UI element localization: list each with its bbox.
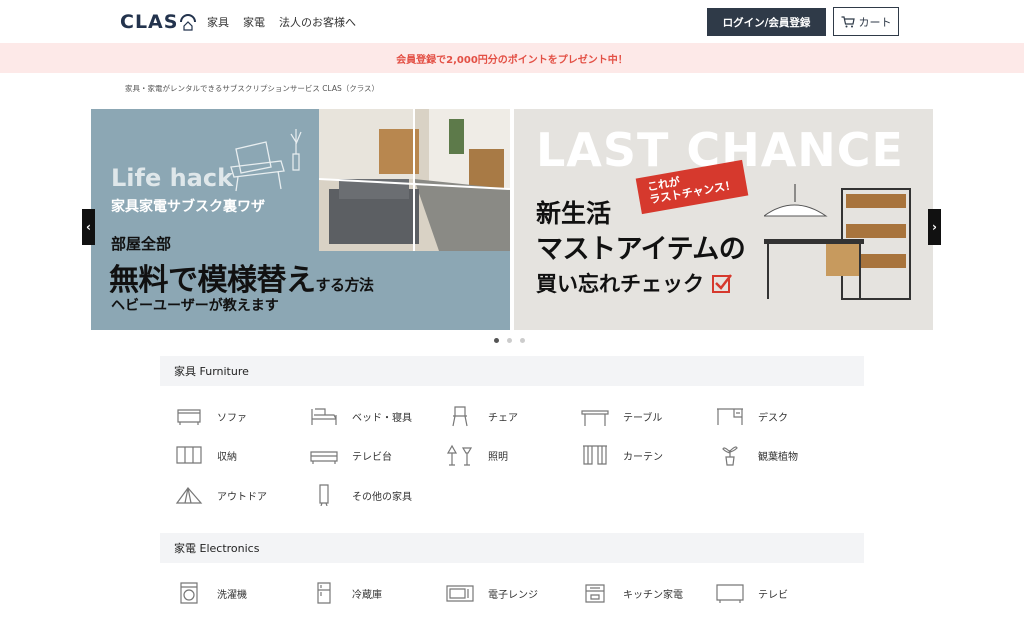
- category-chair[interactable]: チェア: [446, 405, 518, 427]
- carousel-prev-button[interactable]: ‹: [82, 209, 95, 245]
- bed-icon: [311, 408, 337, 425]
- carousel-dot[interactable]: [507, 338, 512, 343]
- slide-lifehack[interactable]: Life hack 家具家電サブスク裏ワザ 部屋全部 無料で模様替えする方法 ヘ…: [91, 109, 510, 330]
- nav-furniture[interactable]: 家具: [207, 14, 229, 30]
- carousel-next-button[interactable]: ›: [928, 209, 941, 245]
- category-bed[interactable]: ベッド・寝具: [310, 405, 412, 427]
- category-microwave[interactable]: 電子レンジ: [446, 582, 538, 604]
- lifehack-room: 部屋全部: [111, 235, 172, 253]
- tent-icon: [175, 487, 203, 504]
- logo-text: CLAS: [120, 11, 179, 33]
- lamp-desk-illustration: [764, 184, 911, 300]
- chair-illustration: [230, 141, 285, 192]
- curtain-icon: [583, 445, 607, 465]
- carousel-dot[interactable]: [494, 338, 499, 343]
- logo-house-icon: [180, 14, 197, 31]
- category-outdoor[interactable]: アウトドア: [175, 484, 267, 506]
- chair-icon: [452, 406, 468, 427]
- chevron-left-icon: ‹: [86, 220, 91, 234]
- login-button[interactable]: ログイン/会員登録: [707, 8, 826, 36]
- furniture-heading: 家具 Furniture: [160, 356, 864, 386]
- category-washing-machine[interactable]: 洗濯機: [175, 582, 247, 604]
- vase-illustration: [290, 129, 302, 171]
- lifehack-subtitle: 家具家電サブスク裏ワザ: [111, 199, 265, 215]
- main-nav: 家具 家電 法人のお客様へ: [207, 14, 356, 30]
- carousel-dots: [494, 338, 525, 343]
- category-curtain[interactable]: カーテン: [581, 444, 663, 466]
- category-lighting[interactable]: 照明: [446, 444, 508, 466]
- category-table[interactable]: テーブル: [581, 405, 662, 427]
- carousel-dot[interactable]: [520, 338, 525, 343]
- hero-carousel: Life hack 家具家電サブスク裏ワザ 部屋全部 無料で模様替えする方法 ヘ…: [91, 109, 933, 330]
- logo[interactable]: CLAS: [120, 9, 197, 35]
- category-storage[interactable]: 収納: [175, 444, 237, 466]
- nav-business[interactable]: 法人のお客様へ: [279, 14, 356, 30]
- desk-icon: [717, 408, 743, 425]
- slide-last-chance[interactable]: LAST CHANCE これが ラストチャンス！ 新生活 マストアイテムの 買い…: [514, 109, 933, 330]
- storage-icon: [176, 446, 202, 464]
- category-desk[interactable]: デスク: [716, 405, 788, 427]
- category-tv[interactable]: テレビ: [716, 582, 788, 604]
- lighting-icon: [446, 444, 473, 466]
- table-icon: [581, 410, 609, 426]
- cart-button[interactable]: カート: [833, 7, 899, 36]
- room-photo: [318, 109, 510, 251]
- lifehack-footer: ヘビーユーザーが教えます: [111, 298, 279, 314]
- room-photo-illustration: [318, 109, 510, 251]
- category-refrigerator[interactable]: 冷蔵庫: [310, 582, 382, 604]
- category-kitchen-appliance[interactable]: キッチン家電: [581, 582, 683, 604]
- refrigerator-icon: [317, 582, 331, 604]
- microwave-icon: [446, 585, 474, 602]
- tv-icon: [716, 584, 744, 603]
- electronics-heading: 家電 Electronics: [160, 533, 864, 563]
- category-other-furniture[interactable]: その他の家具: [310, 484, 412, 506]
- kitchen-appliance-icon: [585, 584, 605, 603]
- cart-label: カート: [858, 15, 892, 29]
- cart-icon: [841, 15, 855, 27]
- mirror-icon: [319, 484, 329, 506]
- last-chance-line1: 新生活: [536, 199, 612, 228]
- category-sofa[interactable]: ソファ: [175, 405, 247, 427]
- promo-banner[interactable]: 会員登録で2,000円分のポイントをプレゼント中！: [0, 43, 1024, 73]
- nav-electronics[interactable]: 家電: [243, 14, 265, 30]
- last-chance-line2: マストアイテムの: [536, 234, 746, 265]
- lifehack-headline: 無料で模様替えする方法: [109, 263, 374, 298]
- plant-icon: [722, 446, 738, 466]
- breadcrumb: 家具・家電がレンタルできるサブスクリプションサービス CLAS（クラス）: [125, 84, 380, 93]
- checkbox-icon: [712, 274, 733, 293]
- last-chance-line3: 買い忘れチェック: [536, 268, 733, 298]
- sofa-icon: [177, 409, 201, 425]
- tv-stand-icon: [310, 451, 338, 464]
- washing-machine-icon: [180, 582, 198, 604]
- category-tv-stand[interactable]: テレビ台: [310, 444, 392, 466]
- site-header: CLAS 家具 家電 法人のお客様へ ログイン/会員登録 カート: [0, 0, 1024, 43]
- lifehack-title: Life hack: [111, 164, 234, 192]
- chevron-right-icon: ›: [932, 220, 937, 234]
- category-plant[interactable]: 観葉植物: [716, 444, 798, 466]
